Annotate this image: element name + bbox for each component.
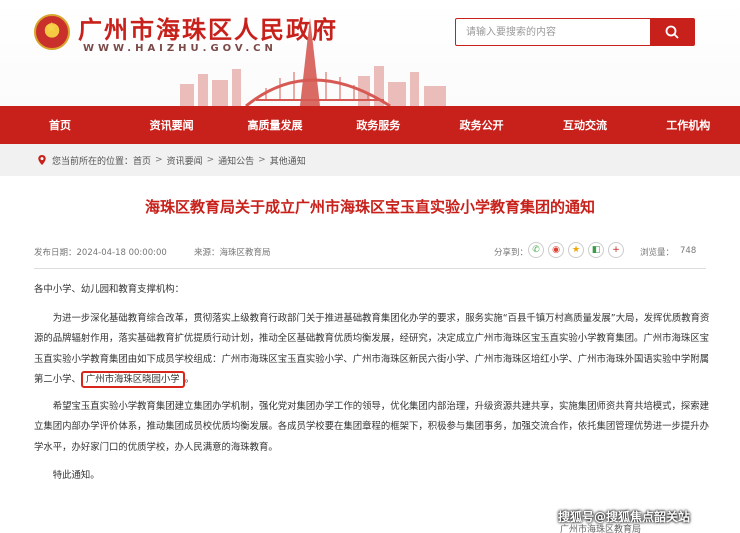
more-share-icon[interactable]: + (608, 242, 624, 258)
location-pin-icon (38, 155, 46, 165)
breadcrumb-home[interactable]: 首页 (133, 154, 151, 167)
main-nav: 首页 资讯要闻 高质量发展 政务服务 政务公开 互动交流 工作机构 (0, 106, 740, 144)
nav-news[interactable]: 资讯要闻 (120, 106, 223, 144)
nav-gov-disclosure[interactable]: 政务公开 (430, 106, 533, 144)
qzone-share-icon[interactable]: ★ (568, 242, 584, 258)
nav-interaction[interactable]: 互动交流 (533, 106, 636, 144)
watermark: 搜狐号@搜狐焦点韶关站 (558, 510, 691, 524)
article-body: 各中小学、幼儿园和教育支撑机构： 为进一步深化基础教育综合改革，贯彻落实上级教育… (34, 280, 710, 487)
views-count: 748 (680, 246, 697, 256)
share-icons: ✆ ◉ ★ ◧ + (528, 242, 624, 258)
nav-agencies[interactable]: 工作机构 (637, 106, 740, 144)
paragraph-1-end: 。 (184, 374, 195, 385)
breadcrumb-separator: > (258, 155, 266, 165)
divider (34, 268, 706, 269)
search-box (455, 18, 695, 46)
skyline-decoration (180, 18, 446, 106)
nav-gov-services[interactable]: 政务服务 (327, 106, 430, 144)
publish-date: 发布日期：2024-04-18 00:00:00 (34, 248, 167, 258)
paragraph-2: 希望宝玉直实验小学教育集团建立集团办学机制，强化党对集团办学工作的领导，优化集团… (34, 400, 710, 453)
douban-share-icon[interactable]: ◧ (588, 242, 604, 258)
breadcrumb-notices[interactable]: 通知公告 (218, 154, 254, 167)
nav-home[interactable]: 首页 (0, 106, 120, 144)
national-emblem-logo (34, 14, 70, 50)
share-label: 分享到： (494, 248, 529, 258)
paragraph-1: 为进一步深化基础教育综合改革，贯彻落实上级教育行政部门关于推进基础教育集团化办学… (34, 309, 710, 391)
search-icon (665, 25, 679, 39)
views-label: 浏览量： (640, 248, 675, 258)
breadcrumb-news[interactable]: 资讯要闻 (167, 154, 203, 167)
search-input[interactable] (456, 19, 652, 45)
breadcrumb-other-notices[interactable]: 其他通知 (270, 154, 306, 167)
highlighted-school: 广州市海珠区晓园小学 (80, 371, 185, 388)
article-meta: 发布日期：2024-04-18 00:00:00 来源：海珠区教育局 分享到： … (34, 242, 706, 260)
article-source: 来源：海珠区教育局 (194, 248, 271, 258)
nav-development[interactable]: 高质量发展 (223, 106, 326, 144)
breadcrumb: 您当前所在的位置： 首页 > 资讯要闻 > 通知公告 > 其他通知 (0, 144, 740, 176)
closing-text: 特此通知。 (52, 470, 100, 481)
breadcrumb-prefix: 您当前所在的位置： (52, 156, 134, 167)
weibo-share-icon[interactable]: ◉ (548, 242, 564, 258)
wechat-share-icon[interactable]: ✆ (528, 242, 544, 258)
breadcrumb-separator: > (206, 155, 215, 165)
greeting: 各中小学、幼儿园和教育支撑机构： (34, 284, 185, 295)
site-header: 广州市海珠区人民政府 WWW.HAIZHU.GOV.CN (0, 0, 740, 106)
article-title: 海珠区教育局关于成立广州市海珠区宝玉直实验小学教育集团的通知 (144, 198, 595, 216)
search-button[interactable] (650, 19, 694, 45)
breadcrumb-separator: > (155, 155, 163, 165)
